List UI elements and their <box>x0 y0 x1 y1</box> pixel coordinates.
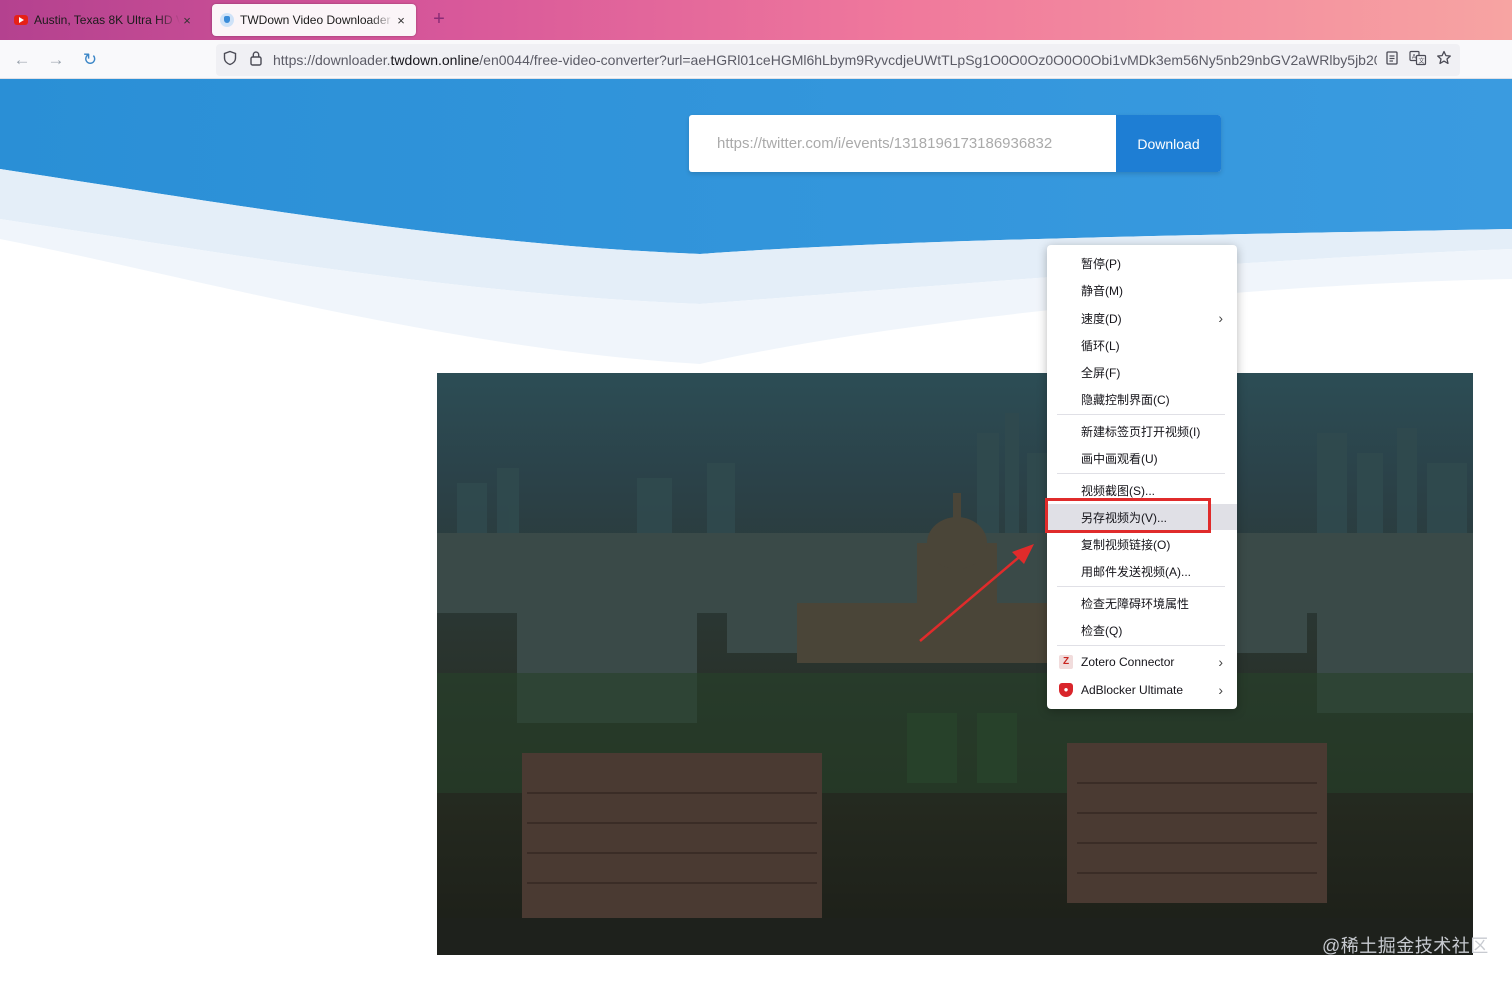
menu-item-label: 检查无障碍环境属性 <box>1081 596 1190 611</box>
url-search-form: Download <box>689 115 1221 172</box>
menu-item-label: 视频截图(S)... <box>1081 483 1155 498</box>
navigation-bar: ← → ↻ https://downloader.twdown.online/e… <box>0 40 1512 79</box>
close-icon[interactable]: × <box>394 13 408 28</box>
back-button[interactable]: ← <box>11 49 33 71</box>
menu-item-label: 静音(M) <box>1081 283 1123 298</box>
video-url-input[interactable] <box>689 115 1117 172</box>
chevron-right-icon: › <box>1218 310 1223 326</box>
url-path: /en0044/free-video-converter?url=aeHGRl0… <box>479 52 1377 68</box>
zotero-icon: Z <box>1059 655 1073 669</box>
watermark-text: @稀土掘金技术社区 <box>1322 936 1489 956</box>
menu-item-label: 检查(Q) <box>1081 623 1123 638</box>
menu-item-open-video-new-tab[interactable]: 新建标签页打开视频(I) <box>1047 418 1237 444</box>
menu-item-label: 新建标签页打开视频(I) <box>1081 424 1201 439</box>
reload-button[interactable]: ↻ <box>79 49 101 71</box>
url-prefix: https://downloader. <box>273 52 391 68</box>
menu-separator <box>1057 414 1225 415</box>
reader-view-icon[interactable] <box>1382 50 1402 70</box>
menu-item-label: 复制视频链接(O) <box>1081 537 1171 552</box>
menu-item-picture-in-picture[interactable]: 画中画观看(U) <box>1047 445 1237 471</box>
menu-item-inspect-accessibility[interactable]: 检查无障碍环境属性 <box>1047 590 1237 616</box>
menu-item-speed[interactable]: 速度(D) › <box>1047 305 1237 331</box>
tab-bar: Austin, Texas 8K Ultra HD Vid × TWDown V… <box>0 0 1512 40</box>
menu-item-label: 全屏(F) <box>1081 365 1121 380</box>
video-context-menu: 暂停(P) 静音(M) 速度(D) › 循环(L) 全屏(F) 隐藏控制界面(C)… <box>1047 245 1237 709</box>
menu-item-label: 暂停(P) <box>1081 256 1121 271</box>
menu-separator <box>1057 473 1225 474</box>
video-player[interactable] <box>437 373 1473 955</box>
forward-button[interactable]: → <box>45 49 67 71</box>
menu-item-label: 画中画观看(U) <box>1081 451 1158 466</box>
translate-icon[interactable]: A文 <box>1408 50 1428 70</box>
menu-item-hide-controls[interactable]: 隐藏控制界面(C) <box>1047 386 1237 412</box>
svg-text:文: 文 <box>1419 57 1425 65</box>
tab-title: TWDown Video Downloader <box>240 13 391 27</box>
menu-item-zotero-connector[interactable]: Z Zotero Connector › <box>1047 649 1237 675</box>
tab-twdown[interactable]: TWDown Video Downloader × <box>212 4 416 36</box>
menu-item-label: AdBlocker Ultimate <box>1081 683 1184 697</box>
menu-item-label: 用邮件发送视频(A)... <box>1081 564 1191 579</box>
menu-separator <box>1057 645 1225 646</box>
adblocker-icon: ● <box>1059 683 1073 697</box>
menu-item-fullscreen[interactable]: 全屏(F) <box>1047 359 1237 385</box>
menu-item-adblocker-ultimate[interactable]: ● AdBlocker Ultimate › <box>1047 677 1237 703</box>
tab-youtube[interactable]: Austin, Texas 8K Ultra HD Vid × <box>6 4 202 36</box>
menu-item-label: 隐藏控制界面(C) <box>1081 392 1170 407</box>
lock-icon[interactable] <box>246 50 266 70</box>
menu-item-email-video[interactable]: 用邮件发送视频(A)... <box>1047 558 1237 584</box>
shield-icon[interactable] <box>220 50 240 70</box>
menu-item-copy-video-link[interactable]: 复制视频链接(O) <box>1047 531 1237 557</box>
menu-item-pause[interactable]: 暂停(P) <box>1047 250 1237 276</box>
youtube-icon <box>14 15 28 25</box>
menu-item-label: 循环(L) <box>1081 338 1120 353</box>
close-icon[interactable]: × <box>180 13 194 28</box>
page-content: Download <box>0 79 1512 983</box>
new-tab-button[interactable]: + <box>428 8 450 31</box>
annotation-highlight-box <box>1045 498 1211 533</box>
twdown-icon <box>220 13 234 27</box>
menu-item-label: 速度(D) <box>1081 311 1122 326</box>
tab-title: Austin, Texas 8K Ultra HD Vid <box>34 13 180 27</box>
menu-item-loop[interactable]: 循环(L) <box>1047 332 1237 358</box>
menu-item-inspect[interactable]: 检查(Q) <box>1047 617 1237 643</box>
menu-item-label: Zotero Connector <box>1081 655 1175 669</box>
url-domain: twdown.online <box>390 52 480 68</box>
bookmark-star-icon[interactable] <box>1434 50 1454 70</box>
chevron-right-icon: › <box>1218 654 1223 670</box>
menu-separator <box>1057 586 1225 587</box>
download-button[interactable]: Download <box>1116 115 1221 172</box>
menu-item-mute[interactable]: 静音(M) <box>1047 277 1237 303</box>
url-text[interactable]: https://downloader.twdown.online/en0044/… <box>273 52 1377 68</box>
url-bar[interactable]: https://downloader.twdown.online/en0044/… <box>216 44 1460 76</box>
chevron-right-icon: › <box>1218 682 1223 698</box>
video-frame-cityscape <box>437 413 1473 955</box>
